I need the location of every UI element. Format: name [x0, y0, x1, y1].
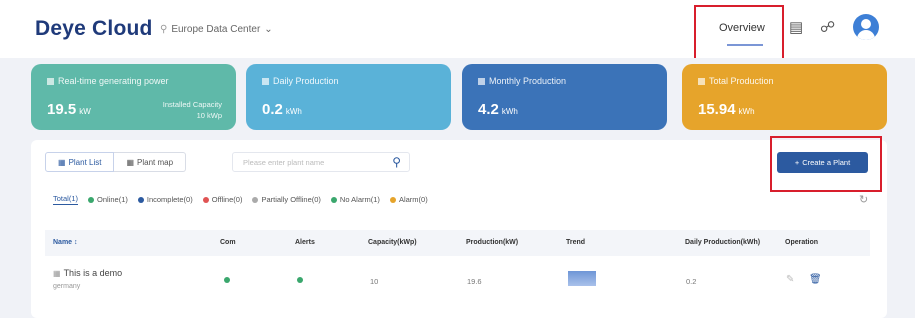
tab-plant-map[interactable]: ▦ Plant map: [114, 152, 187, 172]
col-trend: Trend: [566, 239, 586, 246]
plant-search-input[interactable]: Please enter plant name ⚲: [232, 152, 410, 172]
overview-active-indicator: [727, 44, 763, 46]
filter-no-alarm[interactable]: No Alarm(1): [330, 195, 380, 204]
plant-name-link[interactable]: ▦ This is a demo: [53, 268, 122, 278]
top-header: Deye Cloud ⚲ Europe Data Center ⌄ Overvi…: [0, 0, 915, 61]
delete-icon[interactable]: 🗑: [809, 274, 822, 285]
search-placeholder: Please enter plant name: [243, 158, 325, 167]
language-icon[interactable]: ☍: [820, 18, 835, 36]
map-icon: ▦: [126, 157, 135, 167]
plant-location: germany: [53, 283, 81, 290]
installed-capacity: Installed Capacity 10 kWp: [162, 100, 222, 120]
status-filters: Total(1) Online(1) Incomplete(0) Offline…: [53, 194, 428, 205]
col-capacity: Capacity(kWp): [368, 239, 417, 246]
col-daily-production: Daily Production(kWh): [685, 239, 761, 246]
search-icon[interactable]: ⚲: [392, 155, 401, 169]
overview-nav-link[interactable]: Overview: [719, 22, 765, 34]
data-center-selector[interactable]: ⚲ Europe Data Center ⌄: [160, 24, 273, 35]
col-alerts: Alerts: [295, 239, 315, 246]
card-value: 0.2: [262, 101, 283, 118]
filter-partially-offline[interactable]: Partially Offline(0): [252, 195, 321, 204]
tab-plant-list[interactable]: ▦ Plant List: [45, 152, 115, 172]
col-name[interactable]: Name ↕: [53, 239, 78, 246]
filter-online[interactable]: Online(1): [88, 195, 128, 204]
card-value: 19.5: [47, 101, 77, 118]
daily-production-value: 0.2: [686, 277, 697, 286]
card-title: Real-time generating power: [58, 76, 169, 86]
view-tabs: ▦ Plant List ▦ Plant map: [45, 152, 187, 172]
card-unit: kWh: [501, 107, 518, 116]
total-icon: [698, 77, 705, 85]
production-value: 19.6: [467, 277, 482, 286]
card-title: Daily Production: [273, 76, 339, 86]
filter-alarm[interactable]: Alarm(0): [389, 195, 428, 204]
com-status-dot: [224, 277, 230, 283]
filter-incomplete[interactable]: Incomplete(0): [137, 195, 193, 204]
capacity-value: 10: [370, 277, 379, 286]
user-avatar[interactable]: [853, 14, 879, 40]
location-pin-icon: ⚲: [160, 24, 168, 35]
card-unit: kWh: [285, 107, 302, 116]
chevron-down-icon: ⌄: [264, 24, 273, 35]
col-operation: Operation: [785, 239, 819, 246]
card-total-production[interactable]: Total Production 15.94 kWh: [682, 64, 887, 130]
create-plant-button[interactable]: + Create a Plant: [777, 152, 868, 173]
card-value: 4.2: [478, 101, 499, 118]
filter-total[interactable]: Total(1): [53, 194, 79, 205]
card-monthly-production[interactable]: Monthly Production 4.2 kWh: [462, 64, 667, 130]
card-title: Monthly Production: [489, 76, 567, 86]
plus-icon: +: [794, 158, 800, 167]
card-title: Total Production: [709, 76, 774, 86]
card-unit: kWh: [738, 107, 755, 116]
daily-icon: [262, 77, 269, 85]
card-daily-production[interactable]: Daily Production 0.2 kWh: [246, 64, 451, 130]
plant-icon: ▦: [53, 268, 61, 278]
refresh-icon[interactable]: ↻: [859, 193, 868, 206]
power-icon: [47, 77, 54, 85]
message-icon[interactable]: ▤: [789, 18, 803, 36]
card-value: 15.94: [698, 101, 736, 118]
card-unit: kW: [79, 107, 91, 116]
trend-sparkline: [568, 271, 596, 286]
data-center-label: Europe Data Center: [171, 24, 261, 35]
monthly-icon: [478, 77, 485, 85]
col-production: Production(kW): [466, 239, 519, 246]
card-realtime-power[interactable]: Real-time generating power 19.5 kW Instal…: [31, 64, 236, 130]
col-com: Com: [220, 239, 236, 246]
deye-cloud-logo[interactable]: Deye Cloud: [35, 17, 153, 41]
filter-offline[interactable]: Offline(0): [202, 195, 242, 204]
list-icon: ▦: [58, 157, 66, 167]
edit-icon[interactable]: ✎: [786, 274, 794, 285]
alert-status-dot: [297, 277, 303, 283]
